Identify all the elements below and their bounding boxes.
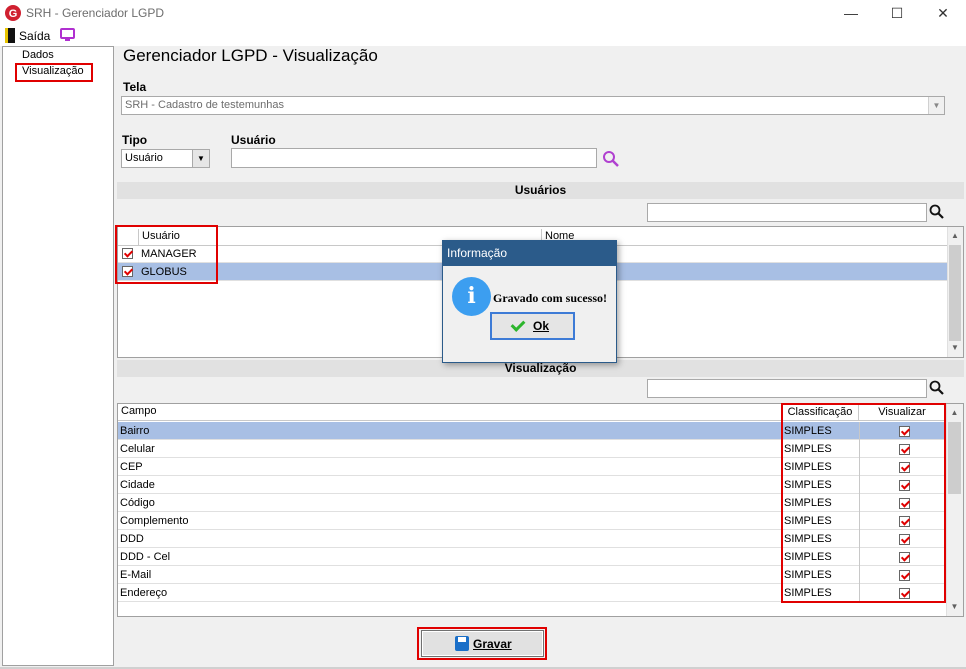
dialog-title: Informação — [443, 241, 616, 266]
maximize-button[interactable]: ☐ — [874, 0, 920, 27]
tela-select-value: SRH - Cadastro de testemunhas — [125, 99, 284, 111]
scroll-up-icon[interactable]: ▲ — [946, 406, 963, 420]
highlight-box — [417, 627, 547, 660]
highlight-box — [15, 63, 93, 82]
info-icon: i — [452, 277, 491, 316]
campo-cell: Complemento — [120, 515, 189, 527]
column-header-campo[interactable]: Campo — [121, 405, 156, 417]
highlight-box — [781, 403, 946, 603]
monitor-icon[interactable] — [60, 28, 75, 39]
campo-cell: Cidade — [120, 479, 155, 491]
campo-cell: E-Mail — [120, 569, 152, 581]
exit-door-icon[interactable] — [5, 28, 15, 43]
app-logo-icon: G — [5, 5, 21, 21]
chevron-down-icon[interactable]: ▼ — [192, 150, 209, 167]
window-title: SRH - Gerenciador LGPD — [26, 6, 165, 20]
campo-cell: Celular — [120, 443, 155, 455]
dialog-message: Gravado com sucesso! — [493, 291, 607, 305]
scroll-up-icon[interactable]: ▲ — [947, 229, 963, 243]
campo-cell: Endereço — [120, 587, 168, 599]
search-icon[interactable] — [928, 203, 945, 220]
campo-cell: Código — [120, 497, 155, 509]
chevron-down-icon[interactable]: ▼ — [928, 97, 944, 114]
svg-text:G: G — [9, 8, 18, 20]
campo-cell: Bairro — [120, 425, 150, 437]
scrollbar-thumb[interactable] — [949, 245, 961, 341]
tipo-select-value: Usuário — [125, 152, 163, 164]
tree-item-dados[interactable]: Dados — [22, 49, 54, 61]
scrollbar-thumb[interactable] — [948, 422, 961, 494]
campo-cell: DDD - Cel — [120, 551, 171, 563]
search-icon[interactable] — [602, 150, 620, 168]
minimize-button[interactable]: — — [828, 0, 874, 27]
ok-button-label: Ok — [533, 319, 550, 333]
highlight-box — [115, 225, 218, 284]
usuario-input[interactable] — [231, 148, 597, 168]
users-filter-input[interactable] — [647, 203, 927, 222]
navigation-tree — [2, 46, 114, 666]
search-icon[interactable] — [928, 379, 945, 396]
tipo-label: Tipo — [122, 133, 148, 147]
users-section-header: Usuários — [117, 182, 964, 199]
scroll-down-icon[interactable]: ▼ — [946, 600, 963, 614]
vis-filter-input[interactable] — [647, 379, 927, 398]
scroll-down-icon[interactable]: ▼ — [947, 341, 963, 355]
close-button[interactable]: ✕ — [920, 0, 966, 27]
usuario-label: Usuário — [231, 133, 276, 147]
campo-cell: DDD — [120, 533, 144, 545]
tela-label: Tela — [123, 80, 147, 94]
menu-bar — [0, 27, 966, 46]
campo-cell: CEP — [120, 461, 143, 473]
exit-menu-item[interactable]: Saída — [19, 29, 50, 43]
monitor-stand — [65, 39, 70, 41]
page-title: Gerenciador LGPD - Visualização — [123, 46, 378, 65]
